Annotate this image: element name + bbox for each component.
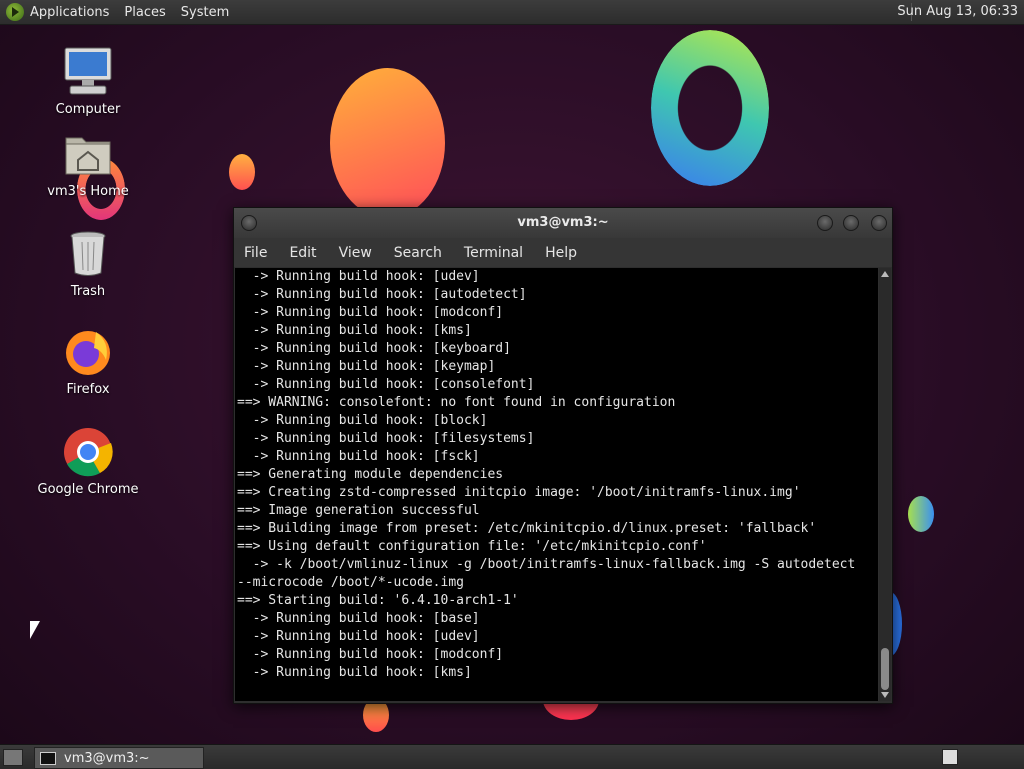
- taskbar-item-label: vm3@vm3:~: [64, 750, 150, 766]
- terminal-line: -> Running build hook: [consolefont]: [237, 377, 535, 392]
- taskbar-item-terminal[interactable]: vm3@vm3:~: [34, 747, 204, 769]
- wallpaper-orange-oval: [330, 68, 445, 218]
- window-title: vm3@vm3:~: [517, 215, 609, 230]
- desktop-icon-label: Google Chrome: [37, 482, 139, 497]
- terminal-icon: [40, 751, 56, 765]
- terminal-line: ==> Image generation successful: [237, 503, 480, 518]
- wallpaper-small-orange: [229, 154, 255, 190]
- computer-icon: [62, 46, 114, 98]
- trash-icon: [62, 228, 114, 280]
- menu-search[interactable]: Search: [394, 245, 442, 261]
- top-panel: Applications Places System Sun Aug 13, 0…: [0, 0, 1024, 25]
- terminal-line: -> Running build hook: [filesystems]: [237, 431, 535, 446]
- desktop-icon-firefox[interactable]: Firefox: [33, 326, 143, 397]
- terminal-line: -> Running build hook: [kms]: [237, 323, 472, 338]
- terminal-line: -> Running build hook: [block]: [237, 413, 488, 428]
- terminal-menubar: File Edit View Search Terminal Help: [234, 238, 892, 267]
- close-icon[interactable]: [871, 215, 887, 231]
- menu-file[interactable]: File: [244, 245, 267, 261]
- desktop-icon-home[interactable]: vm3's Home: [33, 128, 143, 199]
- terminal-line: --microcode /boot/*-ucode.img: [237, 575, 464, 590]
- desktop-icon-label: Firefox: [66, 382, 110, 397]
- desktop-icon-label: Computer: [55, 102, 121, 117]
- terminal-line: -> Running build hook: [modconf]: [237, 647, 504, 662]
- firefox-icon: [62, 326, 114, 378]
- terminal-line: -> Running build hook: [kms]: [237, 665, 472, 680]
- desktop-icon-label: vm3's Home: [47, 184, 129, 199]
- scrollbar-thumb[interactable]: [881, 648, 889, 690]
- desktop-icon-trash[interactable]: Trash: [33, 228, 143, 299]
- window-menu-icon[interactable]: [241, 215, 257, 231]
- scroll-down-icon[interactable]: [881, 692, 889, 698]
- system-menu[interactable]: System: [181, 5, 229, 20]
- desktop-icon-chrome[interactable]: Google Chrome: [33, 426, 143, 497]
- terminal-line: -> Running build hook: [base]: [237, 611, 480, 626]
- scroll-up-icon[interactable]: [881, 271, 889, 277]
- terminal-line: -> Running build hook: [autodetect]: [237, 287, 527, 302]
- menu-edit[interactable]: Edit: [289, 245, 316, 261]
- maximize-icon[interactable]: [843, 215, 859, 231]
- wallpaper-ring: [651, 30, 769, 186]
- terminal-line: ==> Generating module dependencies: [237, 467, 504, 482]
- workspace-switcher[interactable]: [942, 749, 958, 765]
- clock[interactable]: Sun Aug 13, 06:33: [897, 4, 1018, 19]
- terminal-line: ==> Building image from preset: /etc/mki…: [237, 521, 817, 536]
- distro-logo-icon[interactable]: [6, 3, 24, 21]
- chrome-icon: [62, 426, 114, 478]
- show-desktop-icon[interactable]: [3, 749, 23, 766]
- menu-terminal[interactable]: Terminal: [464, 245, 523, 261]
- terminal-output[interactable]: -> Running build hook: [udev] -> Running…: [235, 268, 878, 701]
- terminal-line: -> Running build hook: [keymap]: [237, 359, 496, 374]
- window-titlebar[interactable]: vm3@vm3:~: [234, 208, 892, 238]
- menu-view[interactable]: View: [339, 245, 372, 261]
- terminal-line: -> Running build hook: [udev]: [237, 269, 480, 284]
- desktop-icon-computer[interactable]: Computer: [33, 46, 143, 117]
- terminal-line: ==> WARNING: consolefont: no font found …: [237, 395, 676, 410]
- mouse-cursor-icon: [30, 621, 40, 639]
- terminal-window[interactable]: vm3@vm3:~ File Edit View Search Terminal…: [233, 207, 893, 704]
- places-menu[interactable]: Places: [124, 5, 165, 20]
- menu-help[interactable]: Help: [545, 245, 577, 261]
- terminal-line: ==> Starting build: '6.4.10-arch1-1': [237, 593, 519, 608]
- terminal-scrollbar[interactable]: [879, 268, 891, 701]
- terminal-line: ==> Using default configuration file: '/…: [237, 539, 707, 554]
- terminal-line: -> Running build hook: [modconf]: [237, 305, 504, 320]
- home-folder-icon: [62, 128, 114, 180]
- wallpaper-green-blue-oval: [908, 496, 934, 532]
- terminal-line: -> Running build hook: [keyboard]: [237, 341, 511, 356]
- minimize-icon[interactable]: [817, 215, 833, 231]
- applications-menu[interactable]: Applications: [30, 5, 109, 20]
- terminal-line: -> Running build hook: [udev]: [237, 629, 480, 644]
- bottom-panel: vm3@vm3:~: [0, 744, 1024, 769]
- terminal-line: -> Running build hook: [fsck]: [237, 449, 480, 464]
- terminal-line: -> -k /boot/vmlinuz-linux -g /boot/initr…: [237, 557, 856, 572]
- desktop-icon-label: Trash: [70, 284, 106, 299]
- terminal-line: ==> Creating zstd-compressed initcpio im…: [237, 485, 801, 500]
